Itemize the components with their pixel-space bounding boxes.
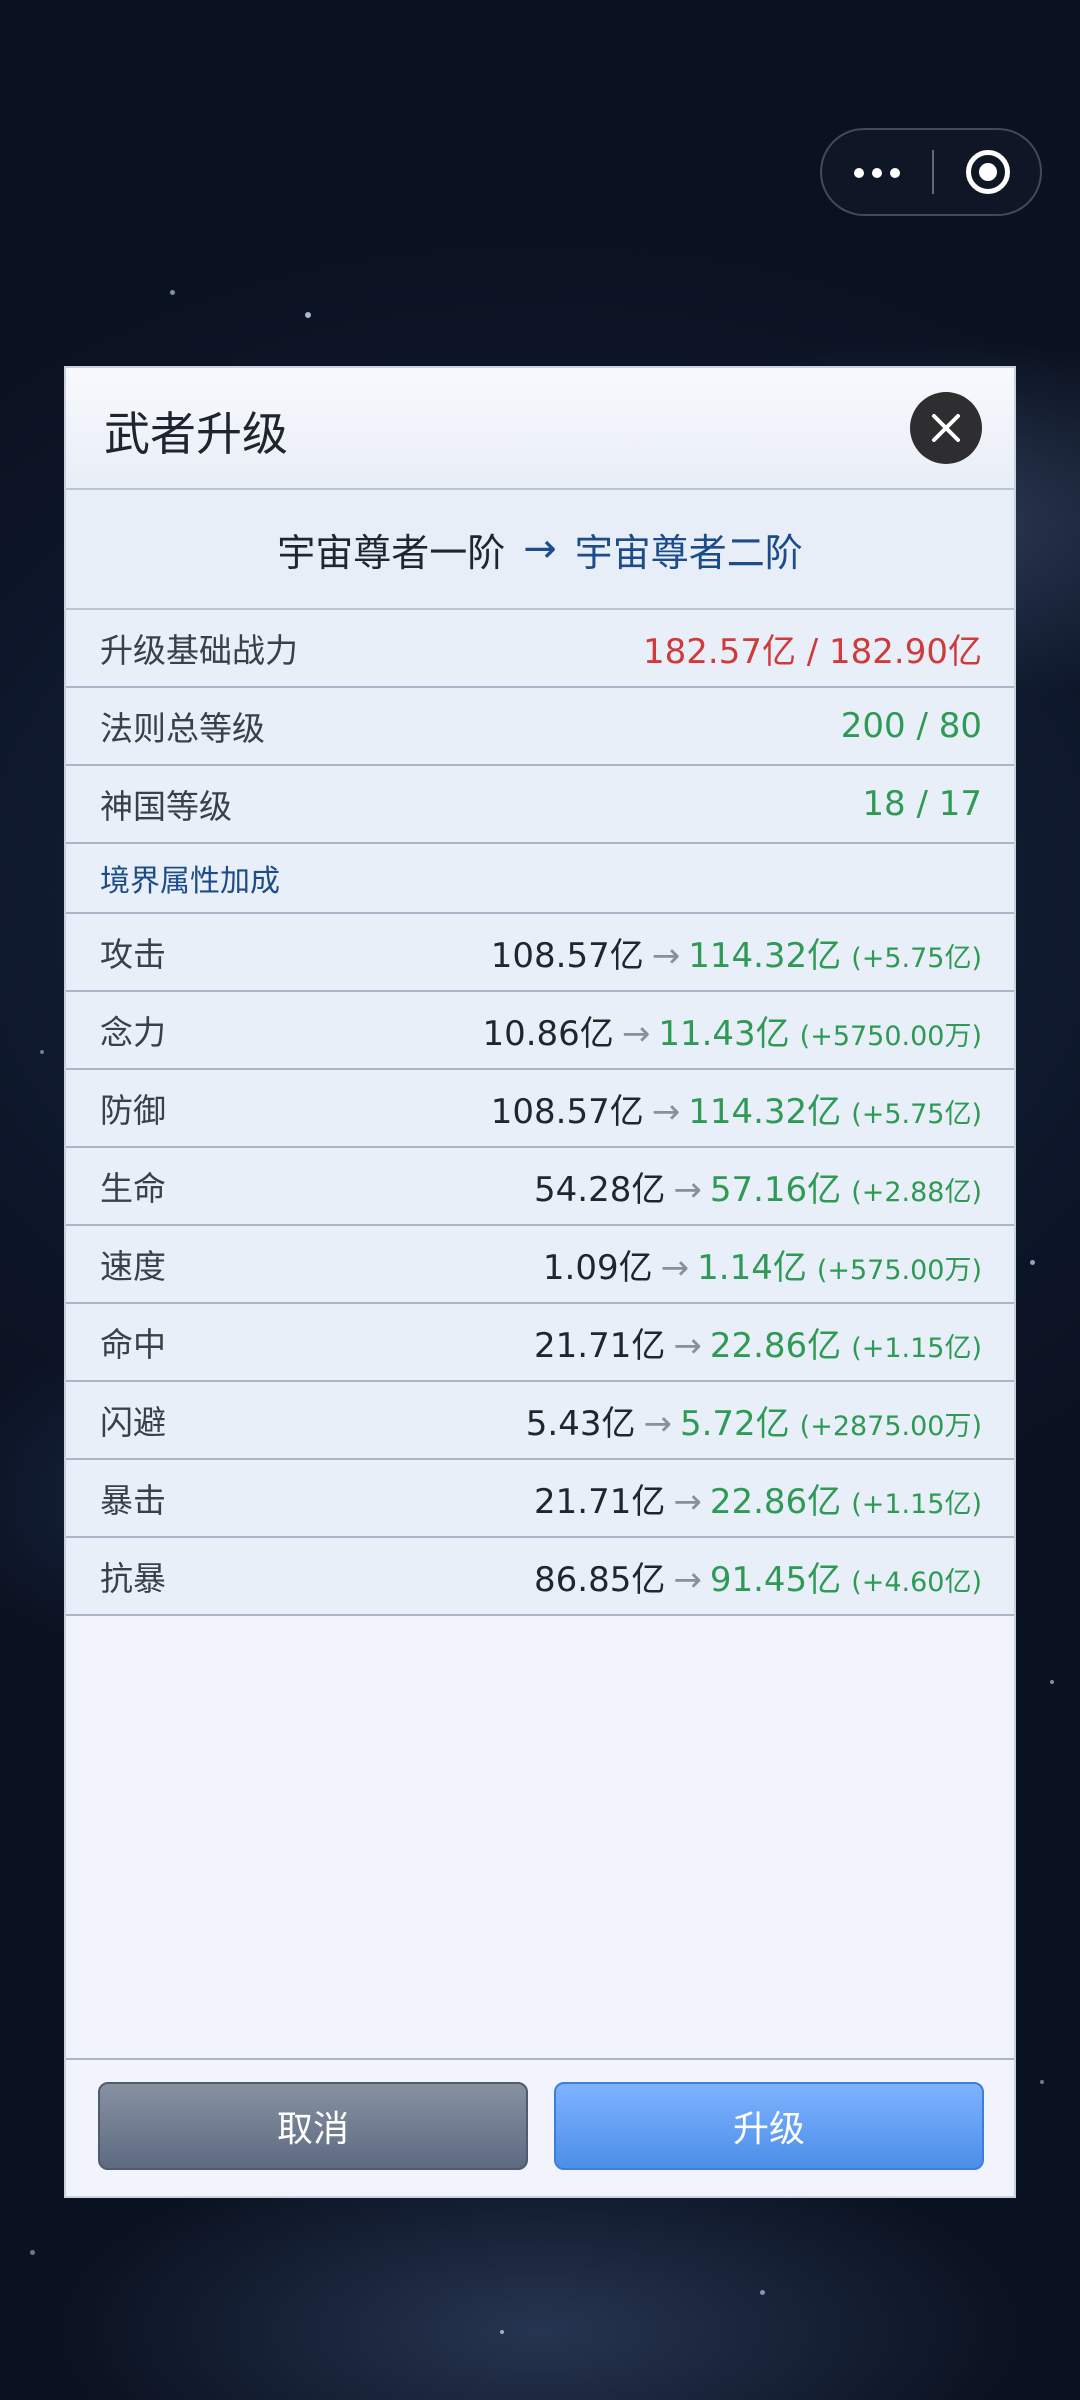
attribute-new-value: 1.14亿 xyxy=(697,1247,807,1288)
attribute-current-value: 86.85亿 xyxy=(534,1559,666,1600)
attribute-new-value: 5.72亿 xyxy=(679,1403,790,1444)
attribute-new-value: 114.32亿 xyxy=(688,1091,842,1132)
attribute-new-value: 22.86亿 xyxy=(709,1325,842,1366)
attribute-values: 86.85亿 → 91.45亿 (+4.60亿) xyxy=(534,1552,982,1601)
attribute-label: 速度 xyxy=(100,1247,166,1286)
attribute-current-value: 54.28亿 xyxy=(534,1169,666,1210)
attribute-values: 21.71亿 → 22.86亿 (+1.15亿) xyxy=(534,1318,982,1367)
arrow-icon: → xyxy=(673,1325,702,1366)
attribute-new-value: 11.43亿 xyxy=(658,1013,790,1054)
current-rank: 宇宙尊者一阶 xyxy=(277,530,506,575)
requirement-value: 182.57亿 / 182.90亿 xyxy=(642,631,982,672)
arrow-icon: → xyxy=(660,1247,690,1288)
arrow-icon: → xyxy=(621,1013,651,1054)
dialog-footer: 取消 升级 xyxy=(66,2058,1014,2196)
attribute-current-value: 21.71亿 xyxy=(534,1325,666,1366)
capsule-divider xyxy=(932,150,934,194)
target-icon[interactable] xyxy=(966,150,1010,194)
attribute-new-value: 91.45亿 xyxy=(709,1559,842,1600)
attribute-row: 念力 10.86亿 → 11.43亿 (+5750.00万) xyxy=(66,992,1014,1070)
attribute-label: 闪避 xyxy=(100,1403,166,1442)
attribute-row: 攻击 108.57亿 → 114.32亿 (+5.75亿) xyxy=(66,914,1014,992)
attribute-row: 防御 108.57亿 → 114.32亿 (+5.75亿) xyxy=(66,1070,1014,1148)
attribute-delta: (+4.60亿) xyxy=(851,1566,982,1598)
attribute-delta: (+1.15亿) xyxy=(851,1488,982,1520)
attribute-values: 21.71亿 → 22.86亿 (+1.15亿) xyxy=(534,1474,982,1523)
arrow-icon: → xyxy=(673,1169,702,1210)
arrow-icon: → xyxy=(673,1559,702,1600)
attribute-new-value: 22.86亿 xyxy=(709,1481,842,1522)
attribute-values: 54.28亿 → 57.16亿 (+2.88亿) xyxy=(534,1162,982,1211)
attribute-label: 抗暴 xyxy=(100,1559,166,1598)
requirement-label: 法则总等级 xyxy=(100,709,265,748)
attribute-values: 5.43亿 → 5.72亿 (+2875.00万) xyxy=(526,1396,982,1445)
attribute-delta: (+575.00万) xyxy=(816,1254,982,1286)
attribute-row: 抗暴 86.85亿 → 91.45亿 (+4.60亿) xyxy=(66,1538,1014,1616)
attribute-delta: (+1.15亿) xyxy=(851,1332,982,1364)
upgrade-button[interactable]: 升级 xyxy=(554,2082,984,2170)
attribute-row: 闪避 5.43亿 → 5.72亿 (+2875.00万) xyxy=(66,1382,1014,1460)
attribute-current-value: 5.43亿 xyxy=(525,1403,636,1444)
attribute-label: 命中 xyxy=(100,1325,166,1364)
arrow-icon: → xyxy=(673,1481,702,1522)
rank-arrow-icon: → xyxy=(523,526,557,572)
upgrade-dialog: 武者升级 宇宙尊者一阶 → 宇宙尊者二阶 升级基础战力 182.57亿 / 18… xyxy=(64,366,1016,2198)
requirement-row: 法则总等级 200 / 80 xyxy=(66,688,1014,766)
attribute-current-value: 108.57亿 xyxy=(490,935,644,976)
attribute-row: 命中 21.71亿 → 22.86亿 (+1.15亿) xyxy=(66,1304,1014,1382)
attribute-values: 108.57亿 → 114.32亿 (+5.75亿) xyxy=(491,1084,982,1133)
attribute-list: 攻击 108.57亿 → 114.32亿 (+5.75亿) 念力 10.86亿 → 11.43亿… xyxy=(66,914,1014,1616)
close-button[interactable] xyxy=(910,392,982,464)
arrow-icon: → xyxy=(651,935,681,976)
attribute-delta: (+5.75亿) xyxy=(851,1098,982,1130)
attribute-delta: (+2.88亿) xyxy=(851,1176,982,1208)
attribute-label: 生命 xyxy=(100,1169,166,1208)
attribute-current-value: 108.57亿 xyxy=(490,1091,644,1132)
attribute-values: 10.86亿 → 11.43亿 (+5750.00万) xyxy=(482,1006,982,1055)
next-rank: 宇宙尊者二阶 xyxy=(574,530,803,575)
requirement-label: 升级基础战力 xyxy=(100,631,298,670)
requirement-row: 神国等级 18 / 17 xyxy=(66,766,1014,844)
attribute-values: 108.57亿 → 114.32亿 (+5.75亿) xyxy=(491,928,982,977)
attribute-new-value: 57.16亿 xyxy=(709,1169,842,1210)
requirement-row: 升级基础战力 182.57亿 / 182.90亿 xyxy=(66,610,1014,688)
attribute-label: 攻击 xyxy=(100,935,166,974)
requirement-value: 18 / 17 xyxy=(862,784,982,824)
dialog-title: 武者升级 xyxy=(104,407,288,461)
attribute-new-value: 114.32亿 xyxy=(688,935,842,976)
attribute-label: 暴击 xyxy=(100,1481,166,1520)
arrow-icon: → xyxy=(643,1403,672,1444)
arrow-icon: → xyxy=(651,1091,681,1132)
attribute-delta: (+5750.00万) xyxy=(799,1020,982,1052)
section-title: 境界属性加成 xyxy=(66,844,1014,914)
rank-transition: 宇宙尊者一阶 → 宇宙尊者二阶 xyxy=(66,490,1014,610)
more-dots-icon[interactable] xyxy=(822,130,932,214)
dialog-header: 武者升级 xyxy=(66,368,1014,490)
attribute-current-value: 10.86亿 xyxy=(482,1013,614,1054)
attribute-current-value: 21.71亿 xyxy=(534,1481,666,1522)
attribute-delta: (+2875.00万) xyxy=(799,1410,982,1442)
requirement-label: 神国等级 xyxy=(100,787,232,826)
attribute-delta: (+5.75亿) xyxy=(851,942,982,974)
attribute-current-value: 1.09亿 xyxy=(542,1247,653,1288)
cancel-button[interactable]: 取消 xyxy=(98,2082,528,2170)
attribute-row: 暴击 21.71亿 → 22.86亿 (+1.15亿) xyxy=(66,1460,1014,1538)
requirement-value: 200 / 80 xyxy=(840,706,982,746)
attribute-label: 防御 xyxy=(100,1091,166,1130)
miniprogram-capsule xyxy=(820,128,1042,216)
attribute-row: 速度 1.09亿 → 1.14亿 (+575.00万) xyxy=(66,1226,1014,1304)
attribute-values: 1.09亿 → 1.14亿 (+575.00万) xyxy=(543,1240,982,1289)
attribute-label: 念力 xyxy=(100,1013,166,1052)
attribute-row: 生命 54.28亿 → 57.16亿 (+2.88亿) xyxy=(66,1148,1014,1226)
